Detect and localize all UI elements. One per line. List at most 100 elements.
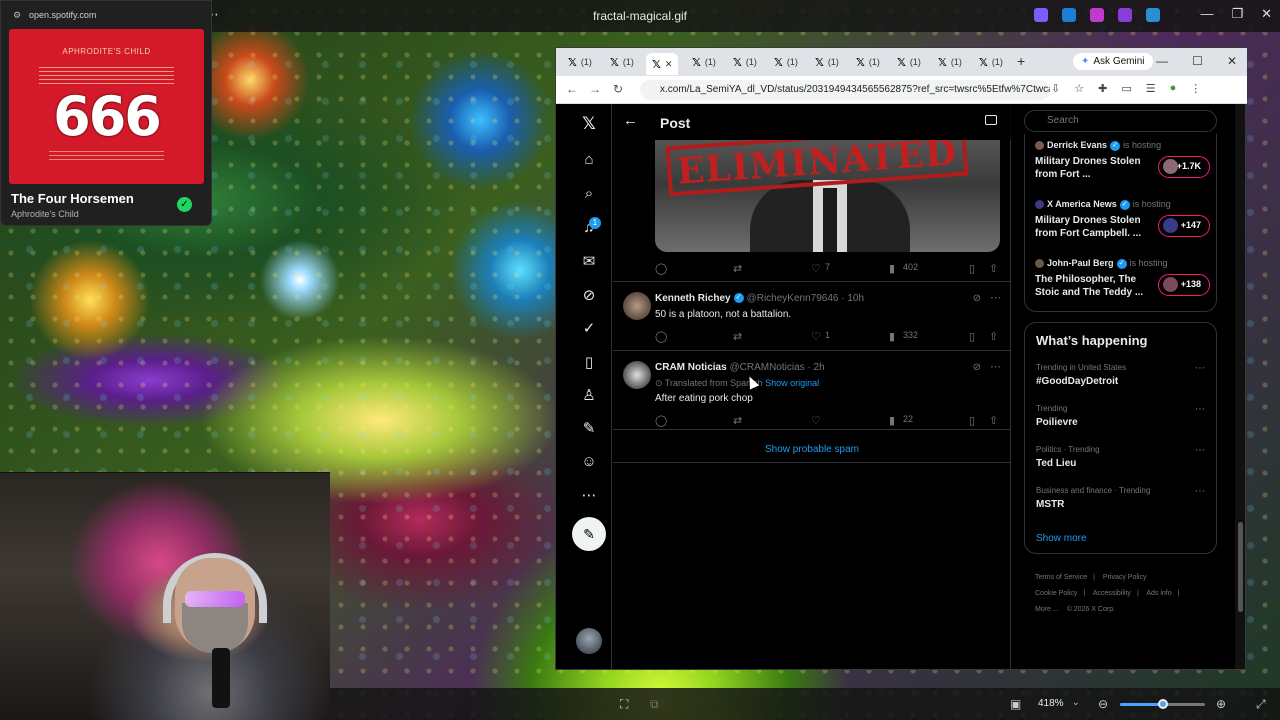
fullscreen-icon[interactable]: ⤢ <box>1256 697 1266 712</box>
maximize-icon[interactable]: ☐ <box>1192 54 1203 68</box>
chevron-down-icon[interactable]: ⌄ <box>1072 697 1080 708</box>
show-original-link[interactable]: Show original <box>765 378 819 388</box>
bookmark-icon[interactable]: ▯ <box>969 330 975 343</box>
close-icon[interactable]: ✕ <box>1261 6 1272 22</box>
url-field[interactable]: x.com/La_SemiYA_dl_VD/status/20319494345… <box>640 80 1050 100</box>
reply-icon[interactable]: ◯ <box>655 262 667 275</box>
reading-list-icon[interactable]: ☰ <box>1146 82 1156 95</box>
site-settings-icon[interactable]: ⚙ <box>13 10 21 21</box>
listener-count[interactable]: +138 <box>1158 274 1210 296</box>
page-scrollbar[interactable] <box>1235 104 1245 669</box>
fit-to-window-icon[interactable]: ▣ <box>1010 697 1021 711</box>
app-icon-4[interactable] <box>1118 8 1132 22</box>
trend-item[interactable]: Trending in United States #GoodDayDetroi… <box>1036 363 1211 387</box>
tab-close-icon[interactable]: ✕ <box>665 59 673 70</box>
grok-icon[interactable]: ⊘ <box>579 286 599 306</box>
track-title[interactable]: The Four Horsemen <box>11 191 134 206</box>
bookmark-star-icon[interactable]: ☆ <box>1074 82 1084 95</box>
extensions-icon[interactable]: ✚ <box>1098 82 1107 95</box>
app-icon-1[interactable] <box>1034 8 1048 22</box>
tab[interactable]: 𝕏 (1) <box>568 54 592 70</box>
listener-count[interactable]: +147 <box>1158 215 1210 237</box>
listener-count[interactable]: +1.7K <box>1158 156 1210 178</box>
more-icon[interactable]: ⋯ <box>579 486 599 506</box>
space-card[interactable]: Derrick Evans ✓ is hosting Military Drones… <box>1035 140 1210 181</box>
share-icon[interactable]: ⇧ <box>989 262 998 275</box>
tab[interactable]: 𝕏 (1) <box>897 54 921 70</box>
trend-item[interactable]: Trending Poilievre ⋯ <box>1036 404 1211 428</box>
tab-active[interactable]: 𝕏 ✕ <box>646 53 679 75</box>
minimize-icon[interactable]: — <box>1200 6 1213 22</box>
like-icon[interactable]: ♡ <box>811 414 821 427</box>
tab[interactable]: 𝕏 (1) <box>733 54 757 70</box>
space-card[interactable]: X America News ✓ is hosting Military Drone… <box>1035 199 1210 240</box>
reply-post[interactable]: Kenneth Richey ✓ @RicheyKenn79646 · 10h 50… <box>613 282 1011 350</box>
x-logo-icon[interactable]: 𝕏 <box>579 114 599 134</box>
more-options-icon[interactable]: ⋯ <box>990 360 1001 373</box>
zoom-slider[interactable] <box>1120 699 1205 709</box>
views-icon[interactable]: ▮ <box>889 414 895 427</box>
messages-icon[interactable]: ✉ <box>579 252 599 272</box>
tab[interactable]: 𝕏 (1) <box>774 54 798 70</box>
tab[interactable]: 𝕏 (1) <box>979 54 1003 70</box>
minimize-icon[interactable]: — <box>1156 54 1168 68</box>
app-icon-3[interactable] <box>1090 8 1104 22</box>
profile-icon[interactable]: ☺ <box>579 452 599 472</box>
avatar[interactable] <box>623 361 651 389</box>
tab[interactable]: 𝕏 (1) <box>610 54 634 70</box>
reply-author[interactable]: CRAM Noticias @CRAMNoticias · 2h <box>655 362 825 373</box>
grok-explain-icon[interactable]: ⊘ <box>973 362 981 373</box>
app-icon-5[interactable] <box>1146 8 1160 22</box>
more-options-icon[interactable]: ⋯ <box>1195 486 1205 497</box>
zoom-in-icon[interactable]: ⊕ <box>1216 697 1226 711</box>
install-icon[interactable]: ⇩ <box>1051 82 1060 95</box>
grok-explain-icon[interactable]: ⊘ <box>973 293 981 304</box>
bookmarks-icon[interactable]: ▯ <box>579 353 599 373</box>
tab[interactable]: 𝕏 (1) <box>938 54 962 70</box>
reply-author[interactable]: Kenneth Richey ✓ @RicheyKenn79646 · 10h <box>655 293 864 304</box>
back-icon[interactable]: ← <box>566 82 578 96</box>
repost-icon[interactable]: ⇄ <box>733 414 742 427</box>
search-icon[interactable]: ⌕ <box>579 184 599 204</box>
profile-icon[interactable]: ● <box>1170 82 1177 95</box>
trend-item[interactable]: Politics · Trending Ted Lieu ⋯ <box>1036 445 1211 469</box>
forward-icon[interactable]: → <box>589 82 601 96</box>
account-avatar[interactable] <box>576 628 602 654</box>
search-input[interactable]: Search <box>1024 110 1217 132</box>
sidepanel-icon[interactable]: ▭ <box>1121 82 1131 95</box>
back-arrow-icon[interactable]: ← <box>623 112 638 129</box>
menu-icon[interactable]: ⋮ <box>1190 82 1201 95</box>
tab[interactable]: 𝕏 (1) <box>692 54 716 70</box>
views-icon[interactable]: ▮ <box>889 262 895 275</box>
scrollbar-thumb[interactable] <box>1238 522 1243 612</box>
zoom-out-icon[interactable]: ⊖ <box>1098 697 1108 711</box>
communities-icon[interactable]: ✓ <box>579 319 599 339</box>
reader-mode-icon[interactable] <box>985 115 997 125</box>
track-artist[interactable]: Aphrodite's Child <box>11 209 79 219</box>
reply-icon[interactable]: ◯ <box>655 414 667 427</box>
show-more-link[interactable]: Show more <box>1036 533 1087 544</box>
bookmark-icon[interactable]: ▯ <box>969 414 975 427</box>
more-link[interactable]: More ... <box>1035 606 1059 613</box>
more-options-icon[interactable]: ⋯ <box>990 291 1001 304</box>
space-card[interactable]: John-Paul Berg ✓ is hosting The Philosophe… <box>1035 258 1210 299</box>
home-icon[interactable]: ⌂ <box>579 150 599 170</box>
ads-info-link[interactable]: Ads info <box>1146 590 1171 597</box>
saved-check-icon[interactable]: ✓ <box>177 197 192 212</box>
bookmark-icon[interactable]: ▯ <box>969 262 975 275</box>
trend-item[interactable]: Business and finance · Trending MSTR ⋯ <box>1036 486 1211 510</box>
avatar[interactable] <box>623 292 651 320</box>
new-tab-button[interactable]: + <box>1017 53 1025 69</box>
share-icon[interactable]: ⇧ <box>989 414 998 427</box>
share-icon[interactable]: ⇧ <box>989 330 998 343</box>
privacy-link[interactable]: Privacy Policy <box>1103 574 1147 581</box>
repost-icon[interactable]: ⇄ <box>733 330 742 343</box>
views-icon[interactable]: ▮ <box>889 330 895 343</box>
terms-link[interactable]: Terms of Service <box>1035 574 1087 581</box>
app-icon-2[interactable] <box>1062 8 1076 22</box>
more-options-icon[interactable]: ⋯ <box>1195 363 1205 374</box>
articles-icon[interactable]: ✎ <box>579 419 599 439</box>
show-probable-spam-button[interactable]: Show probable spam <box>613 444 1011 455</box>
maximize-icon[interactable]: ❐ <box>1231 6 1243 22</box>
ask-gemini-button[interactable]: ✦ Ask Gemini <box>1073 53 1153 70</box>
